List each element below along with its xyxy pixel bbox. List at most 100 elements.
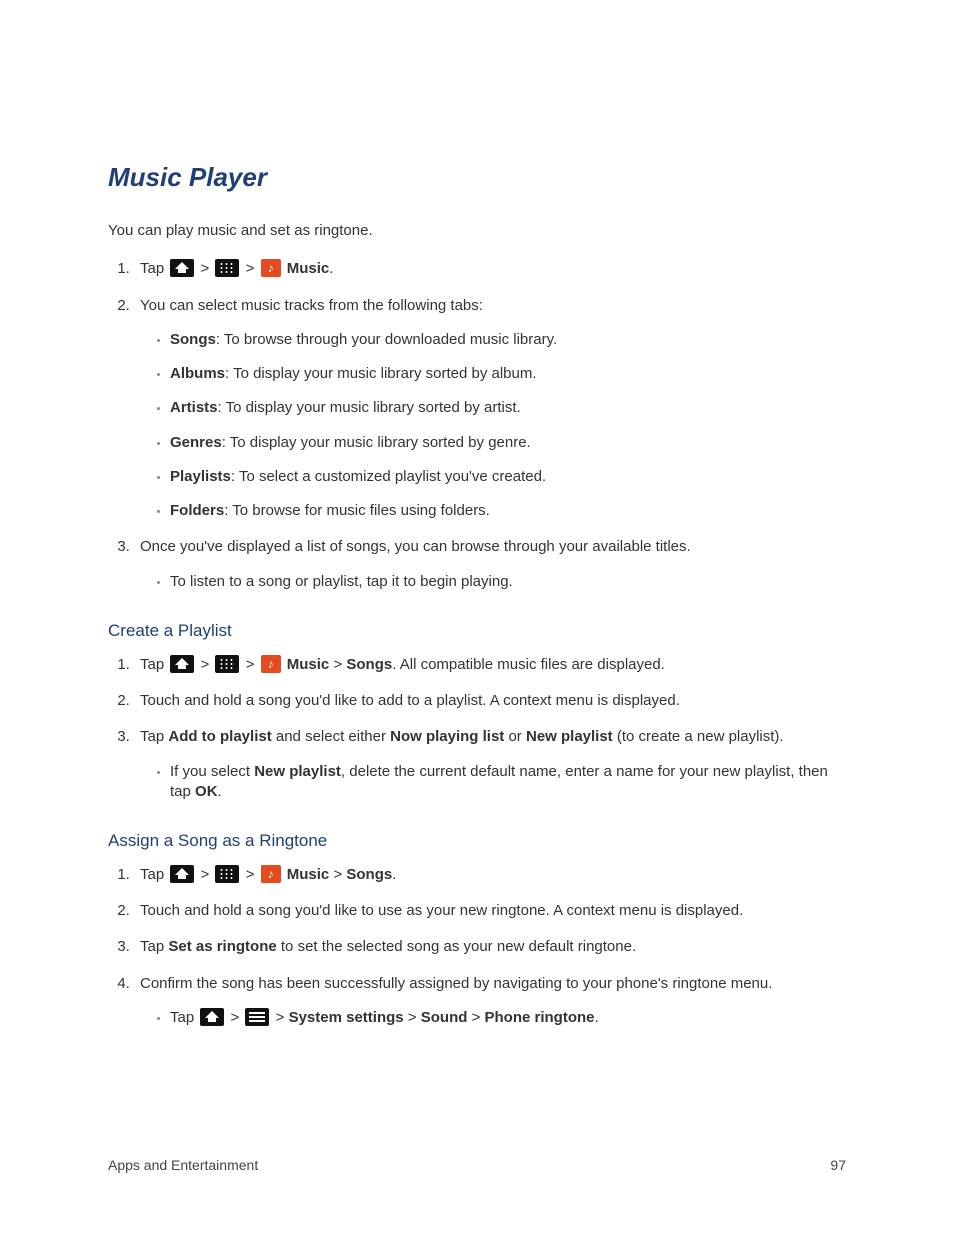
tab-desc: : To display your music library sorted b… [225,365,537,382]
create-step-3-sub: If you select New playlist, delete the c… [140,762,846,803]
sep: > [201,260,210,277]
tab-genres: Genres: To display your music library so… [170,433,846,453]
music-icon [261,259,281,277]
t: (to create a new playlist). [613,728,784,745]
page-footer: Apps and Entertainment 97 [108,1156,846,1175]
tail: . [329,260,333,277]
steps-assign: Tap > > Music > Songs. Touch and hold a … [108,865,846,1028]
tap-label: Tap [140,656,168,673]
sep: > [246,866,255,883]
step-3-sub: To listen to a song or playlist, tap it … [140,572,846,592]
sep: > [276,1009,285,1026]
songs-label: Songs [346,866,392,883]
sep: > [333,656,342,673]
phone-ringtone-label: Phone ringtone [485,1009,595,1026]
tab-artists: Artists: To display your music library s… [170,398,846,418]
sep: > [231,1009,240,1026]
create-step-3: Tap Add to playlist and select either No… [134,727,846,802]
t: and select either [272,728,390,745]
tail: . [392,866,396,883]
tabs-list: Songs: To browse through your downloaded… [140,330,846,522]
sep: > [201,656,210,673]
tab-name: Songs [170,331,216,348]
step-2: You can select music tracks from the fol… [134,296,846,522]
create-step-1: Tap > > Music > Songs. All compatible mu… [134,655,846,675]
now-playing-label: Now playing list [390,728,504,745]
sep: > [201,866,210,883]
tab-desc: : To browse through your downloaded musi… [216,331,557,348]
t: . [218,783,222,800]
step-3: Once you've displayed a list of songs, y… [134,537,846,592]
footer-section: Apps and Entertainment [108,1156,258,1175]
songs-label: Songs [346,656,392,673]
tab-albums: Albums: To display your music library so… [170,364,846,384]
tab-name: Playlists [170,468,231,485]
sep: > [246,656,255,673]
new-playlist-label: New playlist [526,728,613,745]
t: Tap [140,728,168,745]
step-1: Tap > > Music. [134,259,846,279]
t: If you select [170,763,254,780]
add-to-playlist-label: Add to playlist [168,728,271,745]
tap-label: Tap [140,260,168,277]
music-label: Music [287,260,330,277]
tail: . All compatible music files are display… [392,656,665,673]
apps-icon [215,259,239,277]
music-icon [261,655,281,673]
page-title: Music Player [108,160,846,195]
sound-label: Sound [421,1009,468,1026]
set-as-ringtone-label: Set as ringtone [168,938,276,955]
tab-name: Albums [170,365,225,382]
step-3-text: Once you've displayed a list of songs, y… [140,538,691,555]
create-step-3-sub-1: If you select New playlist, delete the c… [170,762,846,803]
tap-label: Tap [140,866,168,883]
step-3-sub-1: To listen to a song or playlist, tap it … [170,572,846,592]
tab-desc: : To select a customized playlist you've… [231,468,546,485]
t: Tap [140,938,168,955]
music-icon [261,865,281,883]
heading-assign-ringtone: Assign a Song as a Ringtone [108,830,846,853]
tab-desc: : To display your music library sorted b… [218,399,521,416]
home-icon [200,1008,224,1026]
steps-main: Tap > > Music. You can select music trac… [108,259,846,592]
sep: > [408,1009,417,1026]
music-label: Music [287,656,330,673]
menu-icon [245,1008,269,1026]
tab-name: Artists [170,399,218,416]
assign-step-4-sub-1: Tap > > System settings > Sound > Phone … [170,1008,846,1028]
tap-label: Tap [170,1009,198,1026]
assign-step-4-sub: Tap > > System settings > Sound > Phone … [140,1008,846,1028]
tab-desc: : To display your music library sorted b… [222,434,531,451]
tab-playlists: Playlists: To select a customized playli… [170,467,846,487]
assign-step-4: Confirm the song has been successfully a… [134,974,846,1029]
home-icon [170,655,194,673]
new-playlist-label: New playlist [254,763,341,780]
assign-step-3: Tap Set as ringtone to set the selected … [134,937,846,957]
page-number: 97 [830,1156,846,1175]
t: to set the selected song as your new def… [277,938,636,955]
tab-desc: : To browse for music files using folder… [224,502,490,519]
t: . [595,1009,599,1026]
ok-label: OK [195,783,218,800]
music-label: Music [287,866,330,883]
system-settings-label: System settings [289,1009,404,1026]
page: Music Player You can play music and set … [0,0,954,1235]
assign-step-1: Tap > > Music > Songs. [134,865,846,885]
intro-text: You can play music and set as ringtone. [108,221,846,241]
create-step-2: Touch and hold a song you'd like to add … [134,691,846,711]
t: or [504,728,526,745]
tab-songs: Songs: To browse through your downloaded… [170,330,846,350]
home-icon [170,259,194,277]
t: Confirm the song has been successfully a… [140,975,772,992]
steps-create: Tap > > Music > Songs. All compatible mu… [108,655,846,802]
tab-folders: Folders: To browse for music files using… [170,501,846,521]
home-icon [170,865,194,883]
tab-name: Genres [170,434,222,451]
sep: > [246,260,255,277]
apps-icon [215,655,239,673]
sep: > [472,1009,481,1026]
assign-step-2: Touch and hold a song you'd like to use … [134,901,846,921]
heading-create-playlist: Create a Playlist [108,620,846,643]
step-2-text: You can select music tracks from the fol… [140,297,483,314]
tab-name: Folders [170,502,224,519]
